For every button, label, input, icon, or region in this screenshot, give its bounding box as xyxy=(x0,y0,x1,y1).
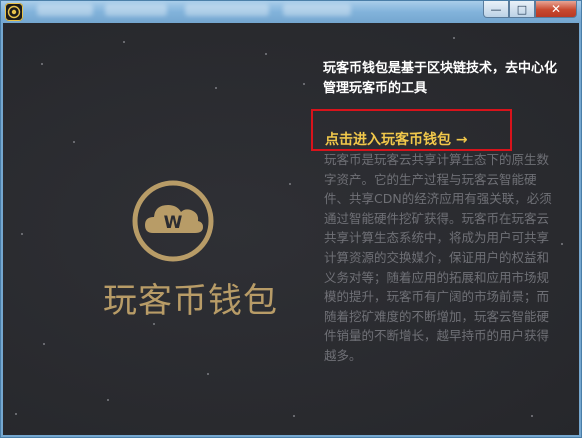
blurred-tab-4[interactable] xyxy=(283,4,351,16)
star-dot xyxy=(215,87,217,89)
app-icon[interactable] xyxy=(5,3,23,21)
blurred-tab-2[interactable] xyxy=(105,4,167,16)
star-dot xyxy=(41,63,43,65)
star-dot xyxy=(531,415,533,417)
brand-name: 玩客币钱包 xyxy=(103,281,278,321)
star-dot xyxy=(289,183,291,185)
star-dot xyxy=(107,399,109,401)
blurred-tab-3[interactable] xyxy=(185,4,269,16)
product-description: 玩客币是玩客云共享计算生态下的原生数字资产。它的生产过程与玩客云智能硬件、共享C… xyxy=(324,152,552,363)
product-headline: 玩客币钱包是基于区块链技术，去中心化管理玩客币的工具 xyxy=(323,61,558,96)
star-dot xyxy=(73,141,75,143)
window-controls: — □ ✕ xyxy=(483,1,577,19)
minimize-icon: — xyxy=(490,2,502,16)
wallet-splash-panel: W 玩客币钱包 玩客币钱包是基于区块链技术，去中心化管理玩客币的工具 点击进入玩… xyxy=(3,23,579,435)
star-dot xyxy=(265,53,267,55)
star-dot xyxy=(153,323,155,325)
blurred-tab-1[interactable] xyxy=(37,4,93,16)
star-dot xyxy=(303,83,305,85)
star-dot xyxy=(453,37,455,39)
star-dot xyxy=(293,415,295,417)
star-dot xyxy=(15,413,17,415)
star-dot xyxy=(207,373,209,375)
star-dot xyxy=(123,41,125,43)
star-dot xyxy=(561,243,563,245)
close-icon: ✕ xyxy=(550,2,562,16)
svg-text:W: W xyxy=(164,213,183,233)
star-dot xyxy=(21,233,23,235)
wallet-cloud-logo-icon: W xyxy=(132,180,214,262)
minimize-button[interactable]: — xyxy=(483,1,509,18)
app-window: — □ ✕ W 玩客币钱包 玩客币钱包是基于区块链技术，去中心化管理玩客币的工具… xyxy=(0,0,582,438)
enter-wallet-link[interactable]: 点击进入玩客币钱包 → xyxy=(325,129,468,149)
maximize-button[interactable]: □ xyxy=(509,1,535,18)
star-dot xyxy=(43,343,45,345)
maximize-icon: □ xyxy=(516,2,528,16)
close-button[interactable]: ✕ xyxy=(535,1,577,18)
title-bar[interactable]: — □ ✕ xyxy=(1,1,581,23)
